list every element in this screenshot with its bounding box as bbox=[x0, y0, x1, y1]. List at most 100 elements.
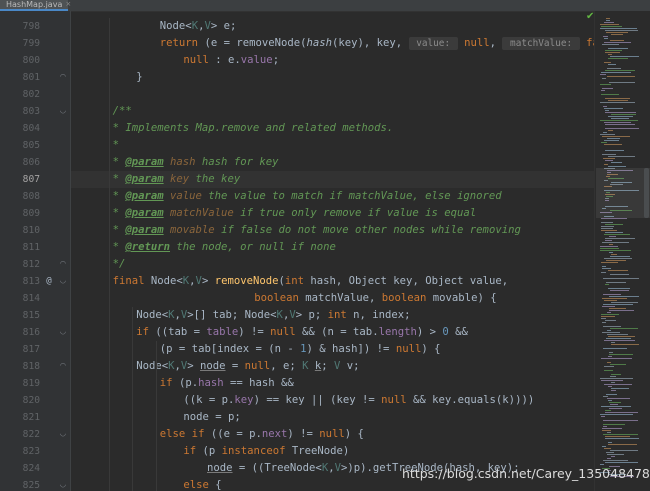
minimap-line bbox=[605, 98, 630, 99]
minimap-line bbox=[608, 386, 612, 387]
code-line[interactable]: if ((tab = table) != null && (n = tab.le… bbox=[71, 324, 594, 341]
minimap-line bbox=[601, 272, 606, 273]
code-line[interactable]: } bbox=[71, 69, 594, 86]
code-token: length bbox=[378, 326, 417, 338]
minimap-line bbox=[601, 314, 619, 315]
code-line[interactable]: Node<K,V>[] tab; Node<K,V> p; int n, ind… bbox=[71, 307, 594, 324]
code-token: the node, or null if none bbox=[170, 241, 336, 253]
line-number: 802 bbox=[22, 89, 40, 100]
code-token: @return bbox=[125, 241, 171, 253]
code-line[interactable]: final Node<K,V> removeNode(int hash, Obj… bbox=[71, 273, 594, 290]
minimap-line bbox=[604, 384, 632, 385]
minimap-line bbox=[603, 348, 627, 349]
line-number: 804 bbox=[22, 123, 40, 134]
code-token: value bbox=[240, 54, 273, 66]
tab-hashmap-java[interactable]: HashMap.java × bbox=[0, 0, 71, 11]
minimap-line bbox=[602, 446, 606, 447]
code-minimap[interactable] bbox=[600, 18, 644, 478]
code-token: Node< bbox=[136, 309, 169, 321]
code-line[interactable]: else if ((e = p.next) != null) { bbox=[71, 426, 594, 443]
code-token: boolean bbox=[381, 292, 433, 304]
code-line[interactable]: * @param key the key bbox=[71, 171, 594, 188]
minimap-line bbox=[610, 450, 638, 451]
code-token: K bbox=[302, 360, 315, 372]
code-line[interactable]: (p = tab[index = (n - 1) & hash]) != nul… bbox=[71, 341, 594, 358]
code-token: ) == key || (key != bbox=[253, 394, 382, 406]
minimap-line bbox=[608, 400, 612, 401]
fold-end-icon[interactable]: ◠ bbox=[58, 69, 68, 86]
minimap-line bbox=[604, 300, 617, 301]
code-line[interactable]: Node<K,V> node = null, e; K k; V v; bbox=[71, 358, 594, 375]
code-line[interactable]: * @param movable if false do not move ot… bbox=[71, 222, 594, 239]
code-token: @param bbox=[125, 156, 164, 168]
minimap-line bbox=[607, 432, 611, 433]
fold-start-icon[interactable]: ◡ bbox=[58, 273, 68, 290]
minimap-line bbox=[606, 32, 628, 33]
fold-start-icon[interactable]: ◡ bbox=[58, 477, 68, 491]
minimap-line bbox=[601, 228, 613, 229]
code-line[interactable]: * @param hash hash for key bbox=[71, 154, 594, 171]
code-line[interactable]: null : e.value; bbox=[71, 52, 594, 69]
minimap-line bbox=[605, 412, 638, 413]
code-line[interactable]: * @param value the value to match if mat… bbox=[71, 188, 594, 205]
fold-end-icon[interactable]: ◠ bbox=[58, 358, 68, 375]
code-token: ) != bbox=[287, 428, 320, 440]
code-line[interactable] bbox=[71, 86, 594, 103]
minimap-line bbox=[608, 116, 633, 117]
minimap-line bbox=[611, 382, 615, 383]
minimap-viewport[interactable] bbox=[596, 168, 650, 218]
minimap-line bbox=[607, 454, 624, 455]
code-line[interactable]: /** bbox=[71, 103, 594, 120]
minimap-line bbox=[601, 262, 618, 263]
fold-start-icon[interactable]: ◡ bbox=[58, 103, 68, 120]
minimap-line bbox=[604, 258, 632, 259]
code-token: (p. bbox=[178, 377, 199, 389]
code-editor[interactable]: Node<K,V> e; return (e = removeNode(hash(… bbox=[71, 0, 594, 491]
minimap-line bbox=[605, 160, 613, 161]
minimap-line bbox=[603, 396, 608, 397]
code-line[interactable]: * @param matchValue if true only remove … bbox=[71, 205, 594, 222]
code-token: > p; bbox=[295, 309, 328, 321]
code-line[interactable]: * @return the node, or null if none bbox=[71, 239, 594, 256]
code-line[interactable]: if (p.hash == hash && bbox=[71, 375, 594, 392]
minimap-line bbox=[601, 416, 605, 417]
line-number: 814 bbox=[22, 293, 40, 304]
code-line[interactable]: * bbox=[71, 137, 594, 154]
minimap-line bbox=[600, 24, 619, 25]
line-number: 815 bbox=[22, 310, 40, 321]
code-line[interactable]: Node<K,V> e; bbox=[71, 18, 594, 35]
code-line[interactable]: return (e = removeNode(hash(key), key, v… bbox=[71, 35, 594, 52]
line-number: 799 bbox=[22, 38, 40, 49]
minimap-line bbox=[604, 140, 619, 141]
code-line[interactable]: */ bbox=[71, 256, 594, 273]
minimap-line bbox=[609, 354, 633, 355]
code-line[interactable]: boolean matchValue, boolean movable) { bbox=[71, 290, 594, 307]
code-token: (e = removeNode( bbox=[204, 37, 307, 49]
code-line[interactable]: if (p instanceof TreeNode) bbox=[71, 443, 594, 460]
code-token: >[] tab; Node< bbox=[187, 309, 277, 321]
code-line[interactable]: * Implements Map.remove and related meth… bbox=[71, 120, 594, 137]
code-line[interactable]: ((k = p.key) == key || (key != null && k… bbox=[71, 392, 594, 409]
code-token: node bbox=[200, 360, 226, 372]
minimap-line bbox=[601, 316, 615, 317]
override-marker-icon[interactable]: @ bbox=[44, 273, 54, 290]
minimap-line bbox=[605, 410, 611, 411]
check-icon[interactable]: ✔ bbox=[586, 12, 594, 22]
code-token: hash, Object key, Object value, bbox=[310, 275, 509, 287]
minimap-line bbox=[601, 226, 614, 227]
scrollbar-thumb[interactable] bbox=[644, 168, 649, 218]
code-line[interactable]: node = p; bbox=[71, 409, 594, 426]
minimap-line bbox=[608, 442, 612, 443]
minimap-line bbox=[602, 428, 622, 429]
code-token: && key.equals(k)))) bbox=[413, 394, 535, 406]
line-number: 825 bbox=[22, 480, 40, 491]
fold-end-icon[interactable]: ◠ bbox=[58, 256, 68, 273]
fold-start-icon[interactable]: ◡ bbox=[58, 426, 68, 443]
code-token: if bbox=[136, 326, 156, 338]
code-token: boolean bbox=[254, 292, 306, 304]
minimap-line bbox=[608, 156, 635, 157]
minimap-line bbox=[609, 352, 613, 353]
fold-start-icon[interactable]: ◡ bbox=[58, 324, 68, 341]
code-token: * bbox=[112, 190, 126, 202]
minimap-line bbox=[610, 376, 616, 377]
